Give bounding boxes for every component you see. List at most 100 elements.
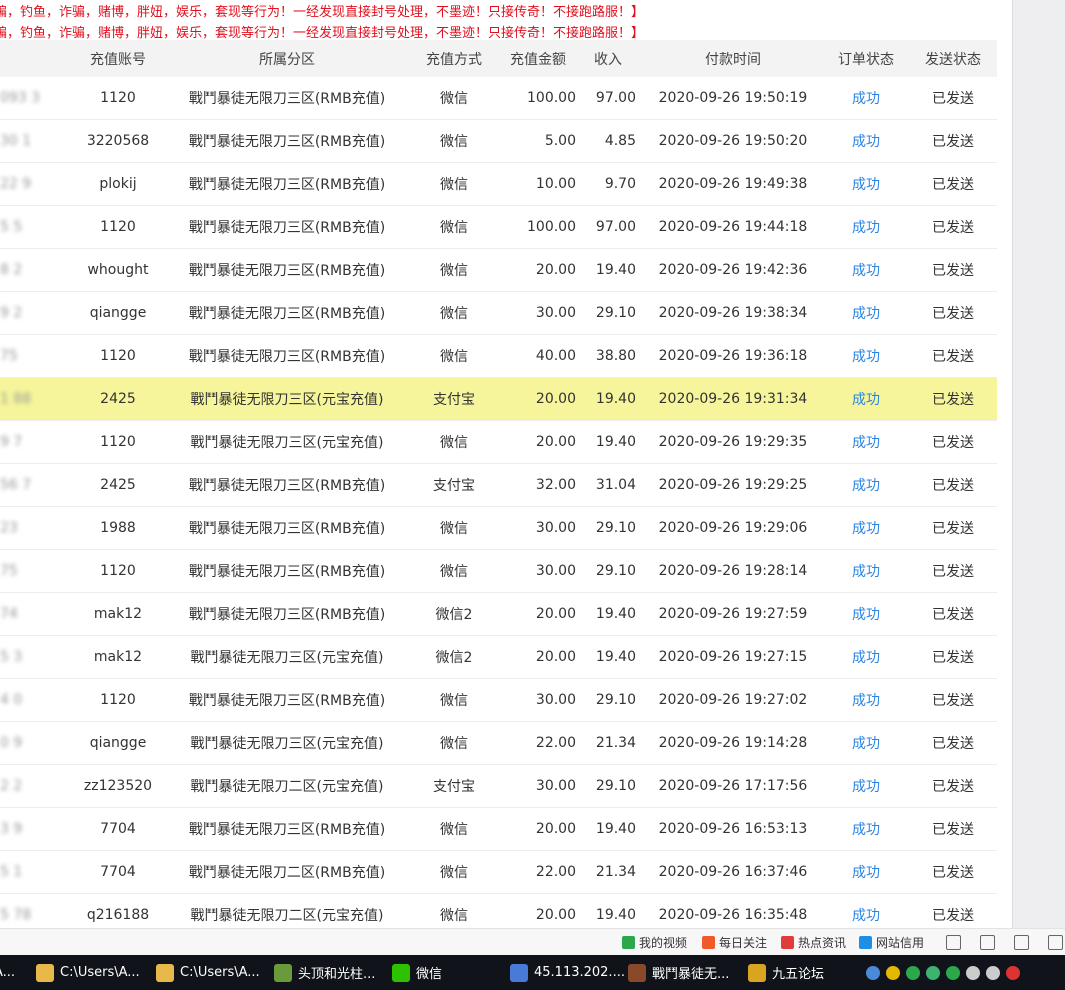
cell-order-status[interactable]: 成功 (830, 636, 902, 678)
cell-order-status[interactable]: 成功 (830, 120, 902, 162)
cell-account: 2425 (100, 477, 136, 493)
statusbar-item[interactable]: 热点资讯 (781, 929, 846, 955)
tray-icon[interactable] (866, 965, 880, 980)
cell-order-id: 23 (0, 520, 18, 536)
video-icon (622, 935, 635, 949)
taskbar-app[interactable]: 45.113.202.... (510, 955, 625, 990)
cell-order-status[interactable]: 成功 (830, 206, 902, 248)
cell-order-status[interactable]: 成功 (830, 851, 902, 893)
cell-payment-time: 2020-09-26 19:29:06 (658, 520, 808, 536)
cell-zone: 戰鬥暴徒无限刀三区(RMB充值) (188, 478, 386, 494)
taskbar-app-label: C:\Users\A... (180, 965, 260, 980)
tray-icon[interactable] (926, 965, 940, 980)
cell-income: 19.40 (595, 391, 636, 407)
statusbar-label: 我的视频 (639, 935, 688, 950)
cell-order-status[interactable]: 成功 (830, 77, 902, 119)
cell-method: 微信 (440, 865, 468, 881)
cell-method: 微信 (440, 263, 468, 279)
cell-method: 微信 (440, 521, 468, 537)
table-row: 9 2 qiangge 戰鬥暴徒无限刀三区(RMB充值) 微信 30.00 29.10 20… (0, 292, 997, 335)
image-icon[interactable] (980, 929, 995, 955)
tray-icon[interactable] (886, 965, 900, 980)
orders-table: 充值账号 所属分区 充值方式 充值金额 收入 付款时间 订单状态 发送状态 09… (0, 40, 997, 937)
cell-order-status[interactable]: 成功 (830, 722, 902, 764)
cell-account: zz123520 (83, 778, 153, 794)
cell-order-status[interactable]: 成功 (830, 163, 902, 205)
cell-method: 支付宝 (433, 779, 475, 795)
statusbar-item[interactable]: 每日关注 (702, 929, 767, 955)
taskbar-app[interactable]: 头顶和光柱... (274, 955, 375, 990)
cell-send-status: 已发送 (932, 220, 974, 236)
cell-income: 19.40 (595, 649, 636, 665)
cell-order-id: 75 (0, 563, 18, 579)
cell-order-status[interactable]: 成功 (830, 421, 902, 463)
remote-desktop-icon (510, 963, 528, 982)
cell-account: 3220568 (86, 133, 150, 149)
windows-taskbar: A... C:\Users\A... C:\Users\A... 头顶和光柱... 微信… (0, 955, 1065, 990)
statusbar-label: 网站信用 (876, 935, 925, 950)
cell-send-status: 已发送 (932, 306, 974, 322)
rocket-icon[interactable] (1048, 929, 1063, 955)
cell-order-status[interactable]: 成功 (830, 550, 902, 592)
cell-order-status[interactable]: 成功 (830, 765, 902, 807)
flame-icon (702, 935, 715, 949)
shield-icon[interactable] (946, 929, 961, 955)
cell-order-status[interactable]: 成功 (830, 593, 902, 635)
statusbar-item[interactable]: 网站信用 (859, 929, 924, 955)
cell-zone: 戰鬥暴徒无限刀三区(RMB充值) (188, 607, 386, 623)
cell-order-status[interactable]: 成功 (830, 507, 902, 549)
cell-income: 4.85 (604, 133, 636, 149)
cell-send-status: 已发送 (932, 134, 974, 150)
refresh-icon[interactable] (1014, 929, 1029, 955)
cell-zone: 戰鬥暴徒无限刀二区(元宝充值) (190, 779, 384, 795)
cell-send-status: 已发送 (932, 349, 974, 365)
table-row: 0 9 qiangge 戰鬥暴徒无限刀三区(元宝充值) 微信 22.00 21.34 202… (0, 722, 997, 765)
cell-order-status[interactable]: 成功 (830, 292, 902, 334)
tray-icon[interactable] (966, 965, 980, 980)
tray-icon[interactable] (1006, 965, 1020, 980)
taskbar-app[interactable]: 戰鬥暴徒无... (628, 955, 729, 990)
tray-icon[interactable] (946, 965, 960, 980)
table-row: 74 mak12 戰鬥暴徒无限刀三区(RMB充值) 微信2 20.00 19.40 2020… (0, 593, 997, 636)
cell-order-status[interactable]: 成功 (830, 249, 902, 291)
cell-send-status: 已发送 (932, 521, 974, 537)
taskbar-app[interactable]: C:\Users\A... (36, 955, 140, 990)
taskbar-app[interactable]: 微信 (392, 955, 442, 990)
cell-amount: 30.00 (535, 563, 576, 579)
tray-icon[interactable] (986, 965, 1000, 980)
cell-income: 29.10 (595, 692, 636, 708)
cell-income: 19.40 (595, 606, 636, 622)
taskbar-app[interactable]: A... (0, 955, 15, 990)
cell-amount: 20.00 (535, 649, 576, 665)
browser-status-bar: 我的视频 每日关注 热点资讯 网站信用 (0, 928, 1065, 955)
taskbar-app[interactable]: 九五论坛 (748, 955, 824, 990)
cell-income: 9.70 (604, 176, 636, 192)
page-scroll-gutter[interactable] (1012, 0, 1065, 928)
cell-payment-time: 2020-09-26 19:29:35 (658, 434, 808, 450)
cell-order-status[interactable]: 成功 (830, 679, 902, 721)
cell-method: 支付宝 (433, 478, 475, 494)
statusbar-item[interactable]: 我的视频 (622, 929, 687, 955)
table-row: 093 3 1120 戰鬥暴徒无限刀三区(RMB充值) 微信 100.00 97.00 20… (0, 77, 997, 120)
cell-send-status: 已发送 (932, 779, 974, 795)
cell-send-status: 已发送 (932, 607, 974, 623)
cell-order-id: 30 1 (0, 133, 32, 149)
cell-order-status[interactable]: 成功 (830, 808, 902, 850)
cell-order-status[interactable]: 成功 (830, 464, 902, 506)
cell-account: 1120 (100, 563, 136, 579)
cell-account: 1988 (100, 520, 136, 536)
cell-order-status[interactable]: 成功 (830, 378, 902, 420)
statusbar-label: 每日关注 (719, 935, 768, 950)
cell-order-status[interactable]: 成功 (830, 335, 902, 377)
cell-send-status: 已发送 (932, 822, 974, 838)
header-account: 充值账号 (90, 51, 146, 68)
cell-payment-time: 2020-09-26 19:27:15 (658, 649, 808, 665)
tray-icon[interactable] (906, 965, 920, 980)
drop-icon (859, 935, 872, 949)
cell-order-id: 8 2 (0, 262, 23, 278)
header-amount: 充值金额 (510, 51, 566, 68)
header-time: 付款时间 (705, 51, 761, 68)
cell-payment-time: 2020-09-26 19:50:19 (658, 90, 808, 106)
taskbar-app[interactable]: C:\Users\A... (156, 955, 260, 990)
cell-amount: 30.00 (535, 778, 576, 794)
